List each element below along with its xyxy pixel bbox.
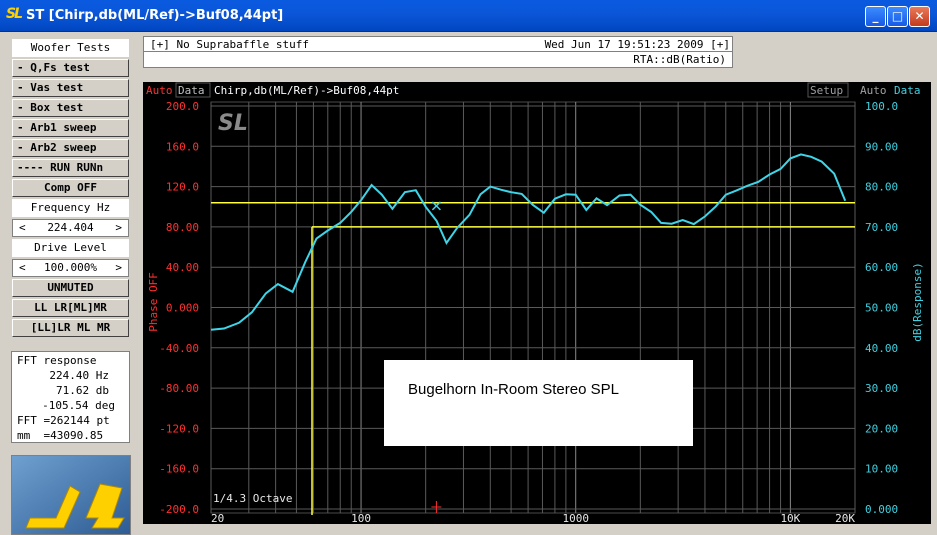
- y-left-tick-label: 0.000: [166, 302, 199, 315]
- rta-mode-text: RTA::dB(Ratio): [633, 53, 726, 66]
- frequency-value: 224.404: [47, 221, 94, 234]
- y-right-tick-label: 100.0: [865, 100, 898, 113]
- data-left-tag: Data: [178, 84, 205, 97]
- y-right-tick-label: 40.00: [865, 342, 898, 355]
- x-tick-label: 20K: [835, 512, 855, 524]
- frequency-label: Frequency Hz: [12, 199, 129, 217]
- drive-increase-arrow[interactable]: >: [115, 260, 122, 276]
- datetime-text[interactable]: Wed Jun 17 19:51:23 2009 [+]: [545, 38, 730, 51]
- sl-logo: [11, 455, 131, 535]
- y-left-tick-label: 200.0: [166, 100, 199, 113]
- q-fs-test-button[interactable]: - Q,Fs test: [12, 59, 129, 77]
- vas-test-button[interactable]: - Vas test: [12, 79, 129, 97]
- y-right-tick-label: 70.00: [865, 221, 898, 234]
- fft-title: FFT response: [17, 354, 97, 367]
- octave-label: 1/4.3 Octave: [213, 492, 292, 505]
- y-right-tick-label: 90.00: [865, 140, 898, 153]
- watermark-logo: SL: [218, 111, 248, 136]
- fft-mm: mm =43090.85: [17, 429, 104, 442]
- fft-hz: 224.40 Hz: [49, 369, 109, 382]
- y-right-tick-label: 50.00: [865, 302, 898, 315]
- x-tick-label: 10K: [780, 512, 800, 524]
- drive-level-stepper[interactable]: 100.000% < >: [12, 259, 129, 277]
- x-tick-label: 20: [211, 512, 224, 524]
- box-test-button[interactable]: - Box test: [12, 99, 129, 117]
- y-right-tick-label: 0.000: [865, 503, 898, 516]
- y-left-tick-label: -160.0: [159, 463, 199, 476]
- x-tick-label: 100: [351, 512, 371, 524]
- sl-logo-graphic: [12, 456, 130, 534]
- y-left-tick-label: 80.00: [166, 221, 199, 234]
- x-tick-label: 1000: [562, 512, 589, 524]
- y-left-tick-label: 160.0: [166, 140, 199, 153]
- y-right-tick-label: 10.00: [865, 463, 898, 476]
- y-left-tick-label: -40.00: [159, 342, 199, 355]
- y-left-tick-label: -120.0: [159, 422, 199, 435]
- status-header[interactable]: [+] No Suprabaffle stuff Wed Jun 17 19:5…: [143, 36, 733, 52]
- setup-tag: Setup: [810, 84, 843, 97]
- y-left-tick-label: -80.00: [159, 382, 199, 395]
- rta-header: RTA::dB(Ratio): [143, 52, 733, 68]
- fft-deg: -105.54 deg: [42, 399, 115, 412]
- close-button[interactable]: ✕: [909, 6, 930, 27]
- data-right-tag: Data: [894, 84, 921, 97]
- frequency-decrease-arrow[interactable]: <: [19, 220, 26, 236]
- y-left-axis-label: Phase OFF: [147, 272, 160, 332]
- auto-right-tag: Auto: [860, 84, 887, 97]
- fft-response-panel: FFT response 224.40 Hz 71.62 db -105.54 …: [11, 351, 130, 443]
- frequency-stepper[interactable]: 224.404 < >: [12, 219, 129, 237]
- suprabaffle-toggle[interactable]: [+] No Suprabaffle stuff: [150, 38, 309, 51]
- fft-points: FFT =262144 pt: [17, 414, 110, 427]
- y-left-tick-label: -200.0: [159, 503, 199, 516]
- auto-left-tag: Auto: [146, 84, 173, 97]
- minimize-button[interactable]: _: [865, 6, 886, 27]
- plot-title: Chirp,db(ML/Ref)->Buf08,44pt: [214, 84, 399, 97]
- y-right-tick-label: 20.00: [865, 422, 898, 435]
- y-right-tick-label: 30.00: [865, 382, 898, 395]
- drive-level-value: 100.000%: [44, 261, 97, 274]
- annotation-box: [384, 360, 693, 446]
- fft-db: 71.62 db: [56, 384, 109, 397]
- y-left-tick-label: 40.00: [166, 261, 199, 274]
- drive-level-label: Drive Level: [12, 239, 129, 257]
- arb1-sweep-button[interactable]: - Arb1 sweep: [12, 119, 129, 137]
- channel-select-ll-button[interactable]: [LL]LR ML MR: [12, 319, 129, 337]
- comp-toggle-button[interactable]: Comp OFF: [12, 179, 129, 197]
- app-icon[interactable]: SL: [6, 6, 23, 22]
- channel-select-ml-button[interactable]: LL LR[ML]MR: [12, 299, 129, 317]
- y-right-tick-label: 60.00: [865, 261, 898, 274]
- run-button[interactable]: ---- RUN RUNn: [12, 159, 129, 177]
- arb2-sweep-button[interactable]: - Arb2 sweep: [12, 139, 129, 157]
- mute-toggle-button[interactable]: UNMUTED: [12, 279, 129, 297]
- annotation-text: Bugelhorn In-Room Stereo SPL: [408, 381, 619, 398]
- window-title: ST [Chirp,db(ML/Ref)->Buf08,44pt]: [26, 8, 284, 23]
- maximize-button[interactable]: □: [887, 6, 908, 27]
- y-left-tick-label: 120.0: [166, 181, 199, 194]
- response-chart[interactable]: 200.0 160.0 120.0 80.00 40.00 0.000 -40.00 -80.…: [143, 82, 931, 524]
- woofer-tests-label: Woofer Tests: [12, 39, 129, 57]
- y-right-tick-label: 80.00: [865, 181, 898, 194]
- y-right-axis-label: dB(Response): [911, 262, 924, 341]
- drive-decrease-arrow[interactable]: <: [19, 260, 26, 276]
- frequency-increase-arrow[interactable]: >: [115, 220, 122, 236]
- title-bar[interactable]: SL ST [Chirp,db(ML/Ref)->Buf08,44pt] _ □…: [0, 0, 937, 32]
